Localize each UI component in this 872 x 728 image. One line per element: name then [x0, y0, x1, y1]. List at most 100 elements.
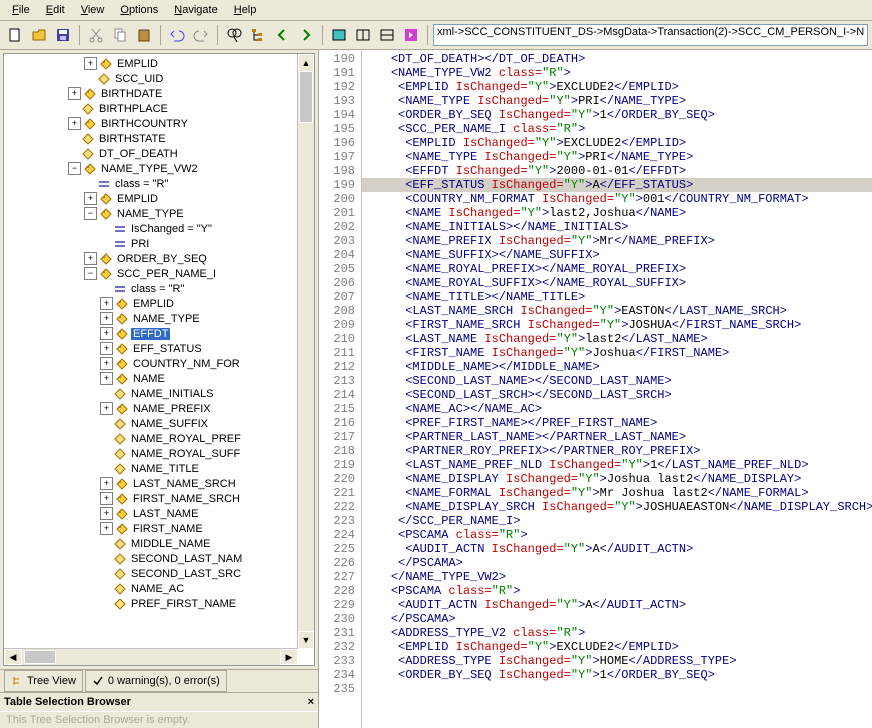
tree-expand-icon[interactable]: +	[100, 357, 113, 370]
tree-expand-icon[interactable]: +	[100, 492, 113, 505]
redo-icon[interactable]	[190, 24, 212, 46]
code-line[interactable]: <NAME_DISPLAY IsChanged="Y">Joshua last2…	[362, 472, 872, 486]
tree-node[interactable]: +BIRTHDATE	[4, 86, 298, 101]
tree-node[interactable]: +EFF_STATUS	[4, 341, 298, 356]
cut-icon[interactable]	[85, 24, 107, 46]
tree-node[interactable]: IsChanged = "Y"	[4, 221, 298, 236]
tree-node[interactable]: PRI	[4, 236, 298, 251]
code-line[interactable]: <AUDIT_ACTN IsChanged="Y">A</AUDIT_ACTN>	[362, 598, 872, 612]
code-line[interactable]: <PARTNER_LAST_NAME></PARTNER_LAST_NAME>	[362, 430, 872, 444]
tree-expand-icon[interactable]: +	[100, 402, 113, 415]
close-icon[interactable]: ×	[308, 696, 314, 708]
tree-node[interactable]: +NAME_PREFIX	[4, 401, 298, 416]
code-line[interactable]: <NAME_TYPE_VW2 class="R">	[362, 66, 872, 80]
code-line[interactable]: <NAME IsChanged="Y">last2,Joshua</NAME>	[362, 206, 872, 220]
tree-node[interactable]: BIRTHPLACE	[4, 101, 298, 116]
code-line[interactable]: </NAME_TYPE_VW2>	[362, 570, 872, 584]
undo-icon[interactable]	[166, 24, 188, 46]
tree-expand-icon[interactable]: +	[100, 297, 113, 310]
tree-expand-icon[interactable]: +	[100, 522, 113, 535]
code-line[interactable]: <EFFDT IsChanged="Y">2000-01-01</EFFDT>	[362, 164, 872, 178]
tree-node[interactable]: BIRTHSTATE	[4, 131, 298, 146]
tree-node[interactable]: NAME_INITIALS	[4, 386, 298, 401]
tree-node[interactable]: SECOND_LAST_NAM	[4, 551, 298, 566]
scroll-thumb[interactable]	[24, 650, 56, 664]
tree-node[interactable]: +ORDER_BY_SEQ	[4, 251, 298, 266]
menu-help[interactable]: Help	[226, 2, 265, 18]
tree-expand-icon[interactable]: +	[84, 252, 97, 265]
tree-node[interactable]: MIDDLE_NAME	[4, 536, 298, 551]
tree-node[interactable]: +NAME	[4, 371, 298, 386]
menu-options[interactable]: Options	[112, 2, 166, 18]
tree-node[interactable]: +COUNTRY_NM_FOR	[4, 356, 298, 371]
scroll-left-icon[interactable]: ◀	[4, 649, 22, 665]
tree-expand-icon[interactable]: +	[68, 87, 81, 100]
menu-file[interactable]: File	[4, 2, 38, 18]
code-line[interactable]: <SECOND_LAST_SRCH></SECOND_LAST_SRCH>	[362, 388, 872, 402]
tree-node[interactable]: +BIRTHCOUNTRY	[4, 116, 298, 131]
paste-icon[interactable]	[133, 24, 155, 46]
tree-node[interactable]: +NAME_TYPE	[4, 311, 298, 326]
tree-vertical-scrollbar[interactable]: ▲ ▼	[297, 54, 314, 649]
save-icon[interactable]	[52, 24, 74, 46]
code-line[interactable]: <NAME_INITIALS></NAME_INITIALS>	[362, 220, 872, 234]
code-line[interactable]: <AUDIT_ACTN IsChanged="Y">A</AUDIT_ACTN>	[362, 542, 872, 556]
code-line[interactable]: <ORDER_BY_SEQ IsChanged="Y">1</ORDER_BY_…	[362, 668, 872, 682]
code-line[interactable]: <NAME_FORMAL IsChanged="Y">Mr Joshua las…	[362, 486, 872, 500]
scroll-down-icon[interactable]: ▼	[298, 631, 314, 649]
tree-node[interactable]: NAME_SUFFIX	[4, 416, 298, 431]
code-line[interactable]: <EMPLID IsChanged="Y">EXCLUDE2</EMPLID>	[362, 640, 872, 654]
tree-expand-icon[interactable]: +	[100, 342, 113, 355]
scroll-thumb[interactable]	[299, 71, 313, 123]
tree-node[interactable]: +EMPLID	[4, 56, 298, 71]
code-line[interactable]: <LAST_NAME_SRCH IsChanged="Y">EASTON</LA…	[362, 304, 872, 318]
code-line[interactable]: <NAME_ROYAL_PREFIX></NAME_ROYAL_PREFIX>	[362, 262, 872, 276]
tree-node[interactable]: NAME_ROYAL_SUFF	[4, 446, 298, 461]
tree-node[interactable]: +FIRST_NAME_SRCH	[4, 491, 298, 506]
tree-expand-icon[interactable]: +	[100, 477, 113, 490]
tree-expand-icon[interactable]: −	[84, 207, 97, 220]
nav-back-icon[interactable]	[271, 24, 293, 46]
menu-view[interactable]: View	[73, 2, 113, 18]
xml-code-view[interactable]: <DT_OF_DEATH></DT_OF_DEATH> <NAME_TYPE_V…	[362, 50, 872, 728]
pane1-icon[interactable]	[328, 24, 350, 46]
tree-node[interactable]: SECOND_LAST_SRC	[4, 566, 298, 581]
code-line[interactable]: <FIRST_NAME IsChanged="Y">Joshua</FIRST_…	[362, 346, 872, 360]
scroll-right-icon[interactable]: ▶	[280, 649, 298, 665]
new-file-icon[interactable]	[4, 24, 26, 46]
code-line[interactable]: <PSCAMA class="R">	[362, 528, 872, 542]
tree-node[interactable]: +LAST_NAME	[4, 506, 298, 521]
code-line[interactable]: <NAME_PREFIX IsChanged="Y">Mr</NAME_PREF…	[362, 234, 872, 248]
menu-edit[interactable]: Edit	[38, 2, 73, 18]
tree-node[interactable]: −SCC_PER_NAME_I	[4, 266, 298, 281]
tree-expand-icon[interactable]: +	[100, 327, 113, 340]
code-line[interactable]: <LAST_NAME IsChanged="Y">last2</LAST_NAM…	[362, 332, 872, 346]
tree-node[interactable]: class = "R"	[4, 176, 298, 191]
pane2-icon[interactable]	[352, 24, 374, 46]
tree-node[interactable]: PREF_FIRST_NAME	[4, 596, 298, 611]
code-line[interactable]: <DT_OF_DEATH></DT_OF_DEATH>	[362, 52, 872, 66]
tab-tree-view[interactable]: Tree View	[4, 670, 83, 692]
code-line[interactable]: <NAME_SUFFIX></NAME_SUFFIX>	[362, 248, 872, 262]
code-line[interactable]: <SECOND_LAST_NAME></SECOND_LAST_NAME>	[362, 374, 872, 388]
code-line[interactable]: <EMPLID IsChanged="Y">EXCLUDE2</EMPLID>	[362, 80, 872, 94]
code-line[interactable]: <ORDER_BY_SEQ IsChanged="Y">1</ORDER_BY_…	[362, 108, 872, 122]
code-line[interactable]: </PSCAMA>	[362, 612, 872, 626]
code-line[interactable]: <NAME_TYPE IsChanged="Y">PRI</NAME_TYPE>	[362, 94, 872, 108]
tree-node[interactable]: NAME_TITLE	[4, 461, 298, 476]
code-line[interactable]: <PARTNER_ROY_PREFIX></PARTNER_ROY_PREFIX…	[362, 444, 872, 458]
code-line[interactable]: <NAME_TITLE></NAME_TITLE>	[362, 290, 872, 304]
code-line[interactable]: <ADDRESS_TYPE IsChanged="Y">HOME</ADDRES…	[362, 654, 872, 668]
tree-node[interactable]: NAME_ROYAL_PREF	[4, 431, 298, 446]
code-line[interactable]: <SCC_PER_NAME_I class="R">	[362, 122, 872, 136]
code-line[interactable]: <PSCAMA class="R">	[362, 584, 872, 598]
code-line[interactable]: <ADDRESS_TYPE_V2 class="R">	[362, 626, 872, 640]
code-line[interactable]: <MIDDLE_NAME></MIDDLE_NAME>	[362, 360, 872, 374]
find-icon[interactable]	[223, 24, 245, 46]
code-line[interactable]: <LAST_NAME_PREF_NLD IsChanged="Y">1</LAS…	[362, 458, 872, 472]
tree-node[interactable]: +FIRST_NAME	[4, 521, 298, 536]
nav-fwd-icon[interactable]	[295, 24, 317, 46]
tree-node[interactable]: SCC_UID	[4, 71, 298, 86]
browser-icon[interactable]	[400, 24, 422, 46]
tree-node[interactable]: +EMPLID	[4, 191, 298, 206]
